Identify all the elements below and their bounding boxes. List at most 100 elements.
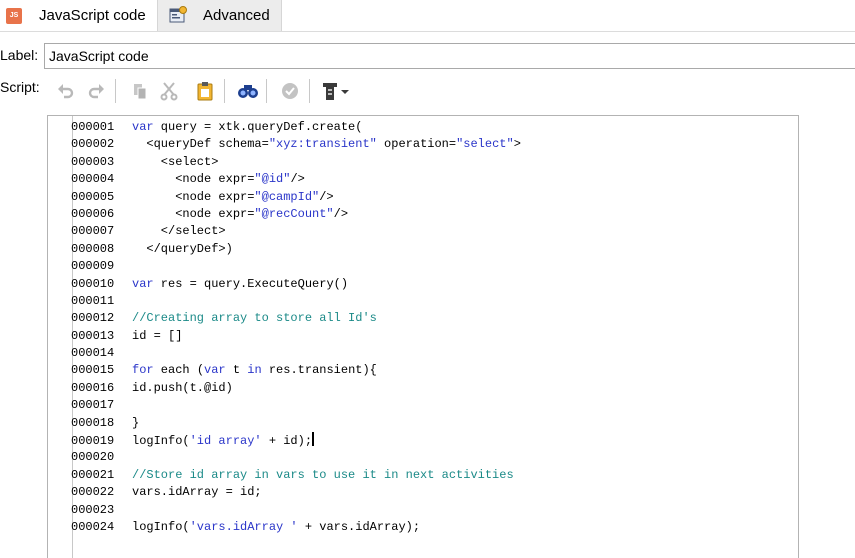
code-line: 000013 id = [] (71, 328, 791, 345)
code-token: var (204, 363, 226, 378)
code-token: "@campId" (254, 189, 320, 204)
code-token: id = [] (132, 328, 183, 343)
copy-icon (134, 84, 147, 100)
line-number: 000020 (71, 450, 115, 465)
code-token: </select> (132, 224, 226, 239)
code-line: 000009 (71, 258, 791, 275)
tab-bar: JS JavaScript code Advanced (0, 0, 855, 32)
code-token: + id); (261, 434, 313, 449)
code-token: </queryDef>) (132, 241, 233, 256)
line-number: 000006 (71, 206, 115, 221)
find-button[interactable] (236, 79, 260, 103)
code-line: 000021 //Store id array in vars to use it… (71, 467, 791, 484)
line-number: 000002 (71, 137, 115, 152)
code-line: 000017 (71, 397, 791, 414)
line-number: 000011 (71, 293, 115, 308)
undo-icon (58, 84, 74, 99)
line-number: 000015 (71, 363, 115, 378)
line-number: 000014 (71, 346, 115, 361)
code-lines: 000001 var query = xtk.queryDef.create(00… (71, 119, 791, 536)
code-token: } (132, 415, 140, 430)
code-token: 'vars.idArray ' (189, 519, 298, 534)
script-toolbar (44, 74, 444, 108)
code-token: "@recCount" (254, 206, 334, 221)
code-token: res = query.ExecuteQuery() (153, 276, 349, 291)
code-token: /> (333, 206, 349, 221)
code-line: 000008 </queryDef>) (71, 241, 791, 258)
code-line: 000004 <node expr="@id"/> (71, 171, 791, 188)
code-token: t (225, 363, 248, 378)
redo-icon (88, 84, 104, 99)
tab-advanced-label: Advanced (203, 7, 270, 24)
code-line: 000024 logInfo('vars.idArray ' + vars.idA… (71, 519, 791, 536)
code-token: 'id array' (189, 434, 262, 449)
script-caption: Script: (0, 79, 40, 95)
line-number: 000024 (71, 519, 115, 534)
code-token: res.transient){ (261, 363, 377, 378)
paste-icon (197, 82, 213, 101)
code-line: 000018} (71, 415, 791, 432)
insert-menu-button[interactable] (320, 79, 352, 103)
code-token: <node expr= (132, 206, 255, 221)
line-number: 000023 (71, 502, 115, 517)
line-number: 000003 (71, 154, 115, 169)
line-number: 000010 (71, 276, 115, 291)
cut-button[interactable] (157, 79, 181, 103)
code-line: 000015 for each (var t in res.transient){ (71, 362, 791, 379)
code-token: /> (290, 172, 305, 187)
line-number: 000017 (71, 398, 115, 413)
code-line: 000002 <queryDef schema="xyz:transient" … (71, 136, 791, 153)
code-token: in (247, 363, 262, 378)
code-line: 000001 var query = xtk.queryDef.create( (71, 119, 791, 136)
code-line: 000020 (71, 449, 791, 466)
text-caret (312, 432, 315, 447)
code-token: for (132, 363, 154, 378)
line-number: 000001 (71, 120, 115, 134)
code-token: var (132, 276, 154, 291)
code-token: logInfo( (132, 434, 190, 449)
redo-button[interactable] (84, 79, 108, 103)
line-number: 000022 (71, 485, 115, 500)
code-line: 000010 var res = query.ExecuteQuery() (71, 276, 791, 293)
undo-button[interactable] (54, 79, 78, 103)
toolbar-separator (309, 79, 310, 103)
code-token: //Store id array in vars to use it in ne… (132, 467, 514, 482)
code-token: vars.idArray = id; (132, 485, 262, 500)
copy-button[interactable] (128, 79, 152, 103)
code-token: /> (319, 189, 334, 204)
label-input[interactable]: JavaScript code (44, 43, 855, 69)
code-token: "select" (456, 137, 514, 152)
code-token: "xyz:transient" (268, 137, 377, 152)
code-line: 000019 logInfo('id array' + id); (71, 432, 791, 449)
insert-menu-icon (323, 83, 349, 100)
cut-icon (160, 82, 178, 101)
code-token: <queryDef schema= (132, 137, 269, 152)
code-line: 000023 (71, 502, 791, 519)
code-token: <select> (132, 154, 219, 169)
code-token: id.push(t.@id) (132, 380, 233, 395)
line-number: 000004 (71, 172, 115, 187)
code-token: var (132, 120, 154, 134)
toolbar-separator (266, 79, 267, 103)
line-number: 000009 (71, 259, 115, 274)
code-token: <node expr= (132, 189, 255, 204)
code-token: each ( (153, 363, 205, 378)
check-syntax-icon (282, 83, 298, 99)
find-icon (238, 85, 258, 98)
check-syntax-button[interactable] (278, 79, 302, 103)
code-line: 000003 <select> (71, 154, 791, 171)
line-number: 000012 (71, 311, 115, 326)
paste-button[interactable] (193, 79, 217, 103)
code-token: //Creating array to store all Id's (132, 311, 377, 326)
code-token: query = xtk.queryDef.create( (153, 120, 363, 134)
tab-javascript-code-label: JavaScript code (39, 7, 146, 24)
tab-javascript-code[interactable]: JS JavaScript code (0, 0, 153, 31)
line-number: 000018 (71, 415, 115, 430)
code-line: 000005 <node expr="@campId"/> (71, 189, 791, 206)
line-number: 000008 (71, 241, 115, 256)
code-line: 000006 <node expr="@recCount"/> (71, 206, 791, 223)
tab-advanced[interactable]: Advanced (157, 0, 282, 31)
line-number: 000005 (71, 189, 115, 204)
code-token: <node expr= (132, 172, 255, 187)
line-number: 000016 (71, 380, 115, 395)
